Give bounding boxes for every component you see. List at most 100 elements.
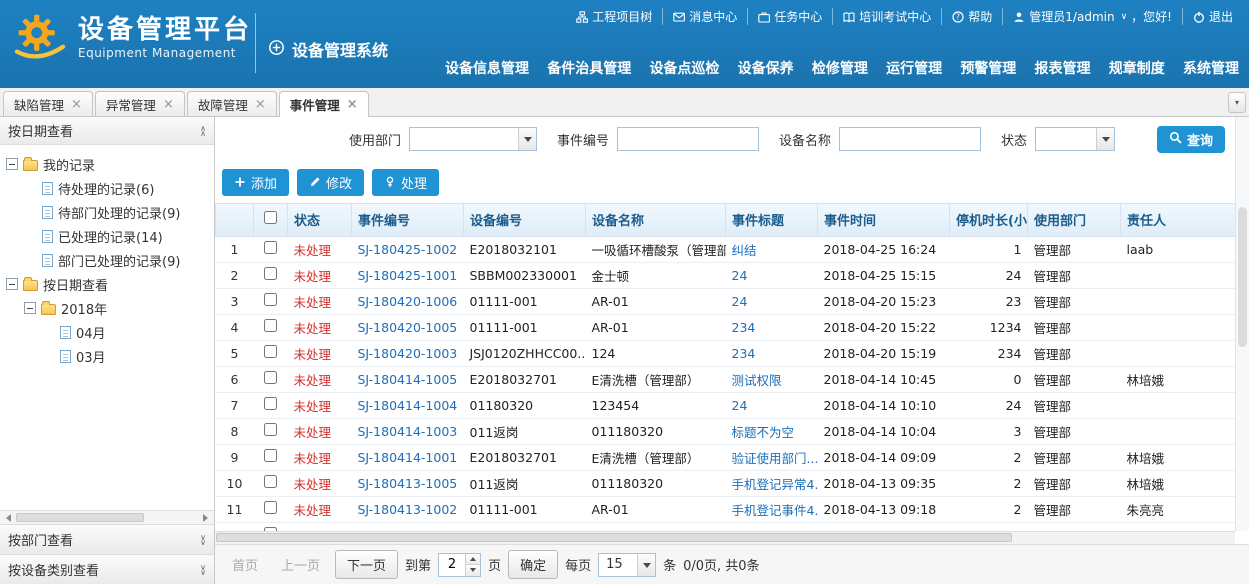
spinner-down-icon[interactable] bbox=[466, 565, 480, 576]
event-title-link[interactable]: 24 bbox=[726, 288, 818, 314]
event-no-link[interactable]: SJ-180414-1005 bbox=[352, 366, 464, 392]
column-header[interactable]: 设备名称 bbox=[586, 204, 726, 236]
column-header[interactable]: 设备编号 bbox=[464, 204, 586, 236]
row-checkbox[interactable] bbox=[264, 397, 277, 410]
nav-item[interactable]: 设备信息管理 bbox=[445, 58, 529, 78]
nav-item[interactable]: 检修管理 bbox=[812, 58, 868, 78]
scrollbar-thumb[interactable] bbox=[16, 513, 144, 522]
link-training-center[interactable]: 培训考试中心 bbox=[833, 8, 942, 25]
page-number-spinner[interactable] bbox=[438, 553, 481, 577]
event-no-link[interactable]: SJ-180420-1006 bbox=[352, 288, 464, 314]
tab-abnormal-management[interactable]: 异常管理× bbox=[95, 91, 185, 116]
nav-item[interactable]: 规章制度 bbox=[1109, 58, 1165, 78]
panel-header-by-date[interactable]: 按日期查看 ∧∧ bbox=[0, 117, 214, 145]
per-page-select[interactable]: 15 bbox=[598, 553, 656, 577]
close-icon[interactable]: × bbox=[255, 98, 266, 111]
tab-defect-management[interactable]: 缺陷管理× bbox=[3, 91, 93, 116]
user-menu[interactable]: 管理员1/admin∨，您好! bbox=[1003, 8, 1183, 25]
scrollbar-thumb[interactable] bbox=[1238, 207, 1247, 347]
collapse-toggle-icon[interactable] bbox=[24, 302, 36, 314]
event-no-link[interactable]: SJ-180425-1002 bbox=[352, 236, 464, 262]
tree-node[interactable]: 待部门处理的记录(9) bbox=[2, 200, 212, 224]
panel-header-by-device-category[interactable]: 按设备类别查看 ∨∨ bbox=[0, 554, 214, 584]
collapse-toggle-icon[interactable] bbox=[6, 278, 18, 290]
event-no-link[interactable]: SJ-180414-1003 bbox=[352, 418, 464, 444]
nav-item[interactable]: 报表管理 bbox=[1035, 58, 1091, 78]
column-header[interactable]: 事件时间 bbox=[818, 204, 950, 236]
event-no-link[interactable]: SJ-180420-1003 bbox=[352, 340, 464, 366]
tab-event-management[interactable]: 事件管理× bbox=[279, 91, 369, 117]
link-task-center[interactable]: 任务中心 bbox=[748, 8, 833, 25]
table-row[interactable]: 6未处理SJ-180414-1005E2018032701E清洗槽（管理部）测试… bbox=[216, 366, 1236, 392]
close-icon[interactable]: × bbox=[347, 98, 358, 111]
column-header[interactable]: 事件标题 bbox=[726, 204, 818, 236]
nav-item[interactable]: 设备保养 bbox=[738, 58, 794, 78]
event-title-link[interactable]: 测试权限 bbox=[726, 366, 818, 392]
table-row[interactable]: 1未处理SJ-180425-1002E2018032101一吸循环槽酸泵（管理部… bbox=[216, 236, 1236, 262]
event-no-link[interactable] bbox=[352, 522, 464, 531]
combo-arrow-icon[interactable] bbox=[637, 554, 655, 576]
dept-combo[interactable] bbox=[409, 127, 537, 151]
event-title-link[interactable]: 234 bbox=[726, 314, 818, 340]
event-title-link[interactable]: 纠结 bbox=[726, 236, 818, 262]
table-row[interactable]: 11未处理SJ-180413-100201111-001AR-01手机登记事件4… bbox=[216, 496, 1236, 522]
event-no-link[interactable]: SJ-180414-1001 bbox=[352, 444, 464, 470]
next-page-button[interactable]: 下一页 bbox=[335, 550, 398, 579]
expand-down-icon[interactable]: ∨∨ bbox=[200, 565, 206, 575]
event-no-input[interactable] bbox=[617, 127, 759, 151]
device-name-input[interactable] bbox=[839, 127, 981, 151]
table-row[interactable]: 8未处理SJ-180414-1003011返岗011180320标题不为空201… bbox=[216, 418, 1236, 444]
event-no-link[interactable]: SJ-180425-1001 bbox=[352, 262, 464, 288]
row-checkbox[interactable] bbox=[264, 371, 277, 384]
tree-node[interactable]: 我的记录 bbox=[2, 152, 212, 176]
column-header[interactable]: 状态 bbox=[288, 204, 352, 236]
row-checkbox[interactable] bbox=[264, 475, 277, 488]
tree-node[interactable]: 04月 bbox=[2, 320, 212, 344]
table-row[interactable]: 2未处理SJ-180425-1001SBBM002330001金士顿242018… bbox=[216, 262, 1236, 288]
nav-item[interactable]: 预警管理 bbox=[960, 58, 1016, 78]
column-header[interactable]: 事件编号 bbox=[352, 204, 464, 236]
table-row[interactable]: 7未处理SJ-180414-100401180320123454242018-0… bbox=[216, 392, 1236, 418]
row-checkbox[interactable] bbox=[264, 267, 277, 280]
combo-arrow-icon[interactable] bbox=[1096, 128, 1114, 150]
event-no-link[interactable]: SJ-180413-1005 bbox=[352, 470, 464, 496]
row-checkbox[interactable] bbox=[264, 241, 277, 254]
event-no-link[interactable]: SJ-180414-1004 bbox=[352, 392, 464, 418]
spinner-up-icon[interactable] bbox=[466, 554, 480, 566]
add-button[interactable]: 添加 bbox=[222, 169, 289, 196]
grid-vertical-scrollbar[interactable] bbox=[1235, 117, 1249, 531]
event-title-link[interactable]: 24 bbox=[726, 392, 818, 418]
tree-node[interactable]: 03月 bbox=[2, 344, 212, 368]
scrollbar-thumb[interactable] bbox=[216, 533, 1012, 542]
status-combo[interactable] bbox=[1035, 127, 1115, 151]
tab-overflow-button[interactable]: ▾ bbox=[1228, 92, 1246, 113]
nav-item[interactable]: 设备点巡检 bbox=[649, 58, 719, 78]
event-no-link[interactable]: SJ-180413-1002 bbox=[352, 496, 464, 522]
table-row[interactable]: 12 bbox=[216, 522, 1236, 531]
event-title-link[interactable]: 24 bbox=[726, 262, 818, 288]
tree-node[interactable]: 按日期查看 bbox=[2, 272, 212, 296]
table-row[interactable]: 3未处理SJ-180420-100601111-001AR-01242018-0… bbox=[216, 288, 1236, 314]
event-title-link[interactable]: 234 bbox=[726, 340, 818, 366]
table-row[interactable]: 9未处理SJ-180414-1001E2018032701E清洗槽（管理部）验证… bbox=[216, 444, 1236, 470]
event-no-link[interactable]: SJ-180420-1005 bbox=[352, 314, 464, 340]
link-help[interactable]: ?帮助 bbox=[942, 8, 1003, 25]
row-checkbox[interactable] bbox=[264, 449, 277, 462]
event-title-link[interactable] bbox=[726, 522, 818, 531]
event-title-link[interactable]: 验证使用部门... bbox=[726, 444, 818, 470]
event-title-link[interactable]: 标题不为空 bbox=[726, 418, 818, 444]
nav-item[interactable]: 备件治具管理 bbox=[547, 58, 631, 78]
event-title-link[interactable]: 手机登记事件4... bbox=[726, 496, 818, 522]
nav-item[interactable]: 运行管理 bbox=[886, 58, 942, 78]
confirm-button[interactable]: 确定 bbox=[508, 550, 558, 579]
dept-combo-input[interactable] bbox=[410, 128, 518, 150]
status-combo-input[interactable] bbox=[1036, 128, 1096, 150]
expand-down-icon[interactable]: ∨∨ bbox=[200, 535, 206, 545]
nav-item[interactable]: 系统管理 bbox=[1183, 58, 1239, 78]
tree-node[interactable]: 2018年 bbox=[2, 296, 212, 320]
event-title-link[interactable]: 手机登记异常4... bbox=[726, 470, 818, 496]
link-logout[interactable]: 退出 bbox=[1183, 8, 1243, 25]
sidebar-horizontal-scrollbar[interactable] bbox=[0, 510, 214, 524]
column-header[interactable]: 使用部门 bbox=[1028, 204, 1121, 236]
row-checkbox[interactable] bbox=[264, 293, 277, 306]
